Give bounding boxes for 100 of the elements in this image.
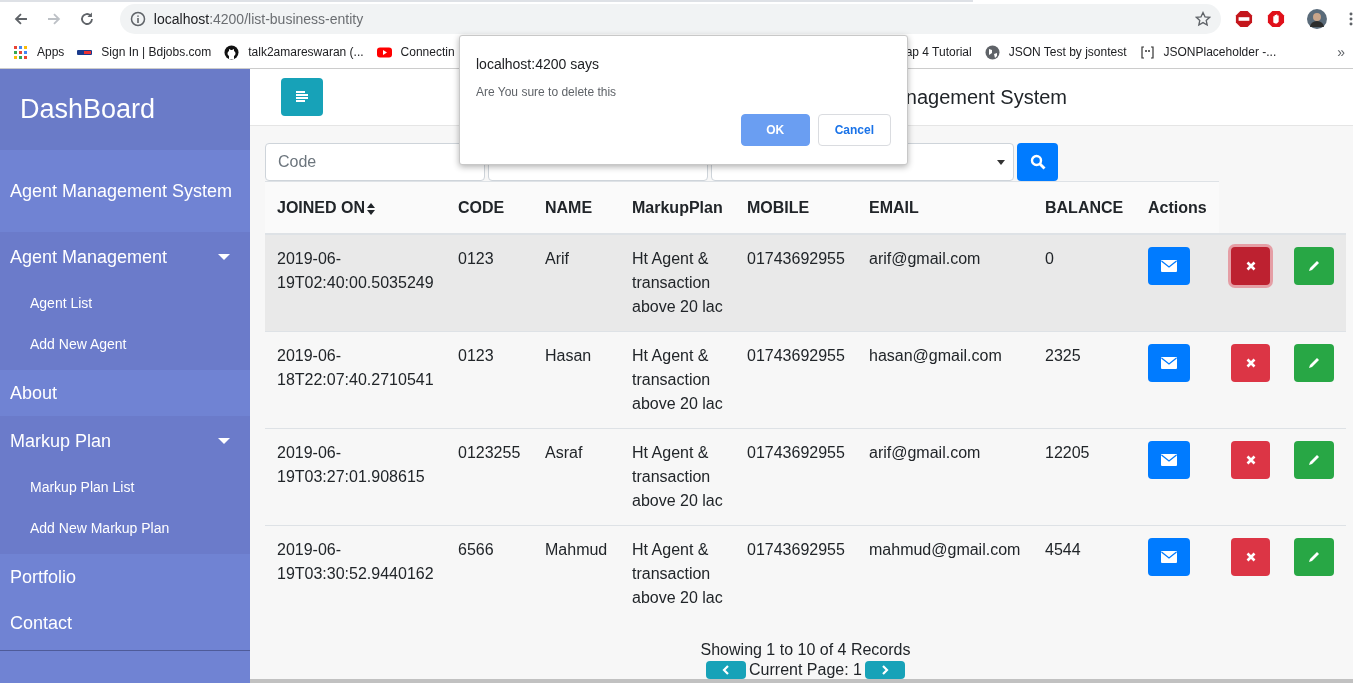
name-cell: Hasan (545, 346, 592, 364)
mobile-cell: 01743692955 (747, 346, 845, 364)
bookmark-link[interactable]: JSONPlaceholder -... (1139, 44, 1277, 60)
sidebar-item[interactable]: Agent Management (10, 246, 168, 268)
balance-cell: 0 (1045, 250, 1054, 267)
table-row[interactable]: 2019-06-18T22:07:40.2710541 0123 Hasan Ht Agent & transaction above 20 lac 01743692955 hasan@gmail.com 2325 (265, 331, 1346, 428)
envelope-icon (1161, 356, 1177, 369)
markup-plan-cell: Ht Agent & transaction above 20 lac (632, 250, 723, 315)
dialog-title: localhost:4200 says (476, 56, 600, 72)
previous-page-button[interactable] (706, 661, 746, 679)
scrollbar[interactable] (250, 679, 1353, 683)
chevron-left-icon (721, 665, 731, 675)
pencil-icon (1307, 452, 1321, 467)
delete-button[interactable] (1231, 440, 1270, 479)
cancel-button[interactable]: Cancel (817, 114, 891, 146)
globe-icon (984, 44, 1000, 60)
markup-plan-cell: Ht Agent & transaction above 20 lac (632, 540, 723, 606)
envelope-icon (1161, 550, 1177, 563)
edit-button[interactable] (1294, 537, 1334, 576)
name-cell: Arif (545, 250, 569, 267)
envelope-icon (1161, 453, 1177, 466)
balance-cell: 2325 (1045, 346, 1081, 364)
close-icon (1245, 454, 1256, 465)
column-header[interactable]: JOINED ON (277, 198, 375, 216)
column-header[interactable]: MOBILE (747, 198, 810, 216)
email-cell: arif@gmail.com (869, 250, 981, 267)
column-header[interactable]: BALANCE (1045, 198, 1124, 216)
edit-button[interactable] (1294, 343, 1334, 382)
sidebar-toggle-button[interactable] (281, 78, 323, 116)
email-button[interactable] (1148, 537, 1190, 576)
search-button[interactable] (1017, 143, 1058, 181)
close-icon (1245, 551, 1256, 562)
back-icon[interactable] (13, 11, 29, 27)
mobile-cell: 01743692955 (747, 540, 845, 558)
bookmark-link[interactable]: Connectin (376, 44, 455, 60)
markup-plan-cell: Ht Agent & transaction above 20 lac (632, 443, 723, 509)
sort-icon (367, 202, 375, 215)
sidebar-subitem[interactable]: Agent List (0, 282, 250, 323)
caret-icon (997, 159, 1005, 165)
menu-lines-icon (294, 90, 310, 104)
balance-cell: 12205 (1045, 443, 1090, 461)
code-cell: 6566 (458, 540, 494, 558)
bookmark-link[interactable]: Sign In | Bdjobs.com (77, 44, 212, 60)
name-cell: Asraf (545, 443, 583, 461)
bookmark-link[interactable]: JSON Test by jsontest (984, 44, 1127, 60)
sidebar-subitem[interactable]: Markup Plan List (0, 466, 250, 507)
column-header[interactable]: CODE (458, 198, 505, 216)
email-cell: mahmud@gmail.com (869, 540, 1021, 558)
bookmark-link[interactable]: talk2amareswaran (... (224, 44, 364, 60)
delete-button[interactable] (1231, 247, 1270, 285)
envelope-icon (1161, 260, 1177, 272)
table-row[interactable]: 2019-06-19T03:27:01.908615 0123255 Asraf Ht Agent & transaction above 20 lac 01743692955 arif@gmail.com 12205 (265, 428, 1346, 525)
delete-button[interactable] (1231, 537, 1270, 576)
sidebar-title: DashBoard (20, 94, 156, 125)
info-icon[interactable] (129, 11, 146, 27)
email-cell: hasan@gmail.com (869, 346, 1002, 364)
close-icon (1245, 357, 1256, 368)
joined-on-cell: 2019-06-18T22:07:40.2710541 (277, 346, 434, 388)
close-icon (1245, 261, 1256, 271)
email-button[interactable] (1148, 343, 1190, 382)
joined-on-cell: 2019-06-19T03:30:52.9440162 (277, 540, 434, 582)
name-cell: Mahmud (545, 540, 608, 558)
records-summary: Showing 1 to 10 of 4 Records (700, 640, 911, 659)
bookmark-link[interactable]: Apps (13, 44, 65, 60)
pencil-icon (1307, 549, 1321, 564)
balance-cell: 4544 (1045, 540, 1081, 558)
more-bookmarks-button[interactable]: » (1337, 44, 1345, 60)
pencil-icon (1307, 355, 1321, 370)
star-icon[interactable] (1195, 11, 1212, 27)
email-button[interactable] (1148, 440, 1190, 479)
dialog-message: Are You sure to delete this (476, 85, 618, 99)
sidebar-item[interactable]: Markup Plan (10, 430, 112, 452)
email-cell: arif@gmail.com (869, 443, 981, 461)
adblock-icon[interactable] (1235, 10, 1254, 28)
pencil-icon (1307, 259, 1321, 273)
sidebar-subitem[interactable]: Add New Markup Plan (0, 507, 250, 548)
chevron-right-icon (879, 665, 890, 675)
page-title: nagement System (905, 85, 1067, 109)
joined-on-cell: 2019-06-19T03:27:01.908615 (277, 443, 425, 485)
joined-on-cell: 2019-06-19T02:40:00.5035249 (277, 250, 434, 291)
column-header[interactable]: MarkupPlan (632, 198, 723, 216)
menu-icon[interactable] (1349, 11, 1353, 27)
email-button[interactable] (1148, 247, 1190, 285)
edit-button[interactable] (1294, 440, 1334, 479)
next-page-button[interactable] (864, 661, 905, 679)
column-header[interactable]: NAME (545, 198, 593, 216)
avatar-icon[interactable] (1307, 9, 1327, 29)
column-header[interactable]: EMAIL (869, 198, 919, 216)
code-cell: 0123 (458, 250, 494, 267)
braces-icon (1139, 44, 1155, 60)
code-field[interactable]: Code (265, 143, 485, 181)
mobile-cell: 01743692955 (747, 250, 845, 267)
markup-plan-cell: Ht Agent & transaction above 20 lac (632, 346, 723, 412)
delete-button[interactable] (1231, 343, 1270, 382)
code-cell: 0123 (458, 346, 494, 364)
address-bar[interactable]: localhost:4200/list-business-entity (119, 4, 1222, 34)
reload-icon[interactable] (78, 11, 95, 27)
column-header[interactable]: Actions (1148, 198, 1207, 216)
sidebar-subitem[interactable]: Add New Agent (0, 323, 250, 364)
apps-icon (13, 44, 28, 60)
